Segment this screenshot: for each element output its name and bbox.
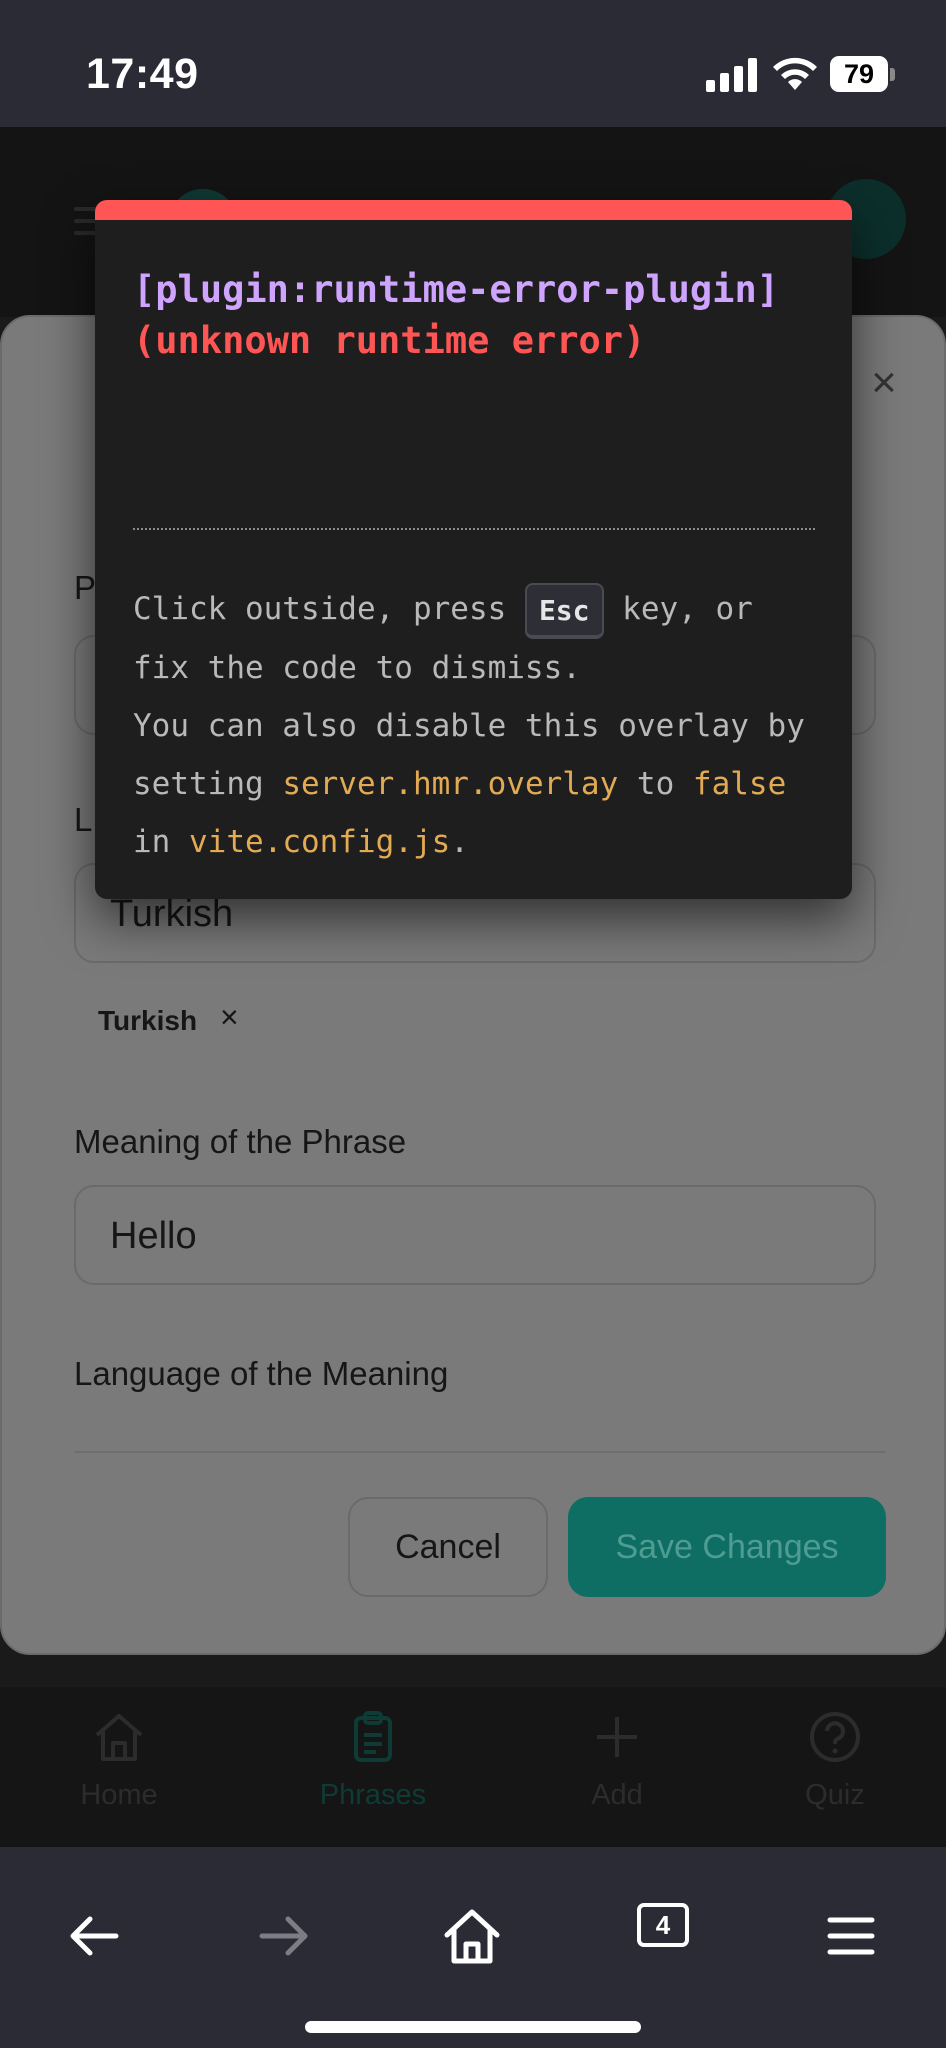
forward-arrow-icon[interactable] [248, 1901, 318, 1971]
language-chip: Turkish [98, 1005, 198, 1036]
nav-item-add[interactable]: Add [527, 1709, 707, 1812]
esc-key: Esc [524, 582, 604, 639]
home-icon [95, 1714, 143, 1761]
error-divider [133, 528, 815, 530]
tip-text: in [133, 823, 189, 860]
error-overlay[interactable]: [plugin:runtime-error-plugin] (unknown r… [95, 200, 852, 899]
question-icon [810, 1712, 860, 1762]
nav-label-home: Home [80, 1779, 158, 1811]
nav-item-phrases[interactable]: Phrases [283, 1709, 463, 1812]
browser-toolbar: 4 [0, 1847, 946, 2048]
meaning-input-value: Hello [110, 1215, 197, 1257]
cellular-signal-icon [706, 58, 757, 92]
nav-item-home[interactable]: Home [29, 1709, 209, 1812]
language-input-value: Turkish [110, 893, 234, 935]
nav-label-quiz: Quiz [805, 1779, 865, 1811]
nav-label-phrases: Phrases [319, 1779, 427, 1811]
status-bar: 17:49 79 [0, 0, 946, 127]
error-plugin: [plugin:runtime-error-plugin] [133, 268, 780, 311]
meaning-language-label: Language of the Meaning [74, 1355, 449, 1392]
home-indicator [305, 2021, 641, 2033]
tabs-icon[interactable]: 4 [637, 1903, 689, 1947]
meaning-label: Meaning of the Phrase [74, 1123, 407, 1160]
cancel-button[interactable]: Cancel [348, 1497, 548, 1597]
tip-text: . [450, 823, 469, 860]
error-message: (unknown runtime error) [133, 319, 646, 362]
chip-remove-icon[interactable]: × [220, 999, 239, 1036]
back-arrow-icon[interactable] [60, 1901, 130, 1971]
code-setting: server.hmr.overlay [282, 765, 619, 802]
close-icon[interactable]: × [864, 361, 904, 405]
plus-icon [597, 1717, 637, 1757]
menu-icon[interactable] [816, 1901, 886, 1971]
status-time: 17:49 [86, 50, 199, 98]
bottom-nav: Home Phrases Add Quiz [0, 1687, 946, 1847]
phrase-label: P [74, 569, 97, 606]
error-title: [plugin:runtime-error-plugin] (unknown r… [133, 264, 793, 366]
nav-label-add: Add [591, 1779, 643, 1811]
code-file: vite.config.js [189, 823, 451, 860]
tip-text: Click outside, press [133, 591, 525, 627]
tip-text: to [618, 765, 693, 802]
modal-divider [74, 1451, 886, 1453]
wifi-icon [773, 57, 817, 90]
clipboard-icon [354, 1711, 392, 1762]
battery-icon: 79 [830, 56, 896, 92]
nav-item-quiz[interactable]: Quiz [745, 1709, 925, 1812]
save-changes-button[interactable]: Save Changes [568, 1497, 886, 1597]
battery-level: 79 [830, 56, 888, 92]
language-label: L [74, 801, 93, 838]
error-tip: Click outside, press Esc key, or fix the… [133, 580, 823, 871]
home-icon[interactable] [437, 1901, 507, 1971]
code-false: false [692, 765, 787, 802]
meaning-input[interactable]: Hello [74, 1185, 876, 1285]
